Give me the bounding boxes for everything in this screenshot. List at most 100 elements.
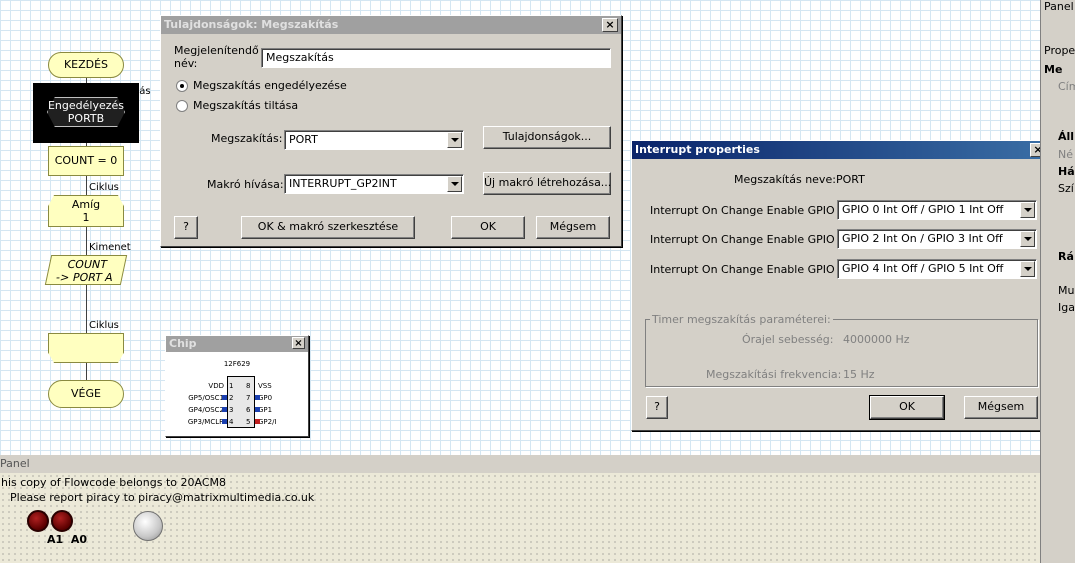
gpio0-select[interactable]: GPIO 0 Int Off / GPIO 1 Int Off — [837, 200, 1037, 220]
chevron-down-icon[interactable] — [447, 132, 462, 148]
interrupt-select[interactable]: PORT — [284, 130, 464, 150]
chip-right-pins: VSS GP0 GP1 GP2/I — [258, 380, 308, 428]
gpio4-select-value: GPIO 4 Int Off / GPIO 5 Int Off — [842, 262, 1004, 275]
right-panel: Panel Proper Me Cím Áll Né Há Szí Rá Mu … — [1040, 0, 1075, 563]
panel-area: Panel his copy of Flowcode belongs to 20… — [0, 455, 1040, 563]
property-item[interactable]: Né — [1058, 148, 1073, 161]
pin-number: 3 — [229, 406, 234, 414]
display-name-input[interactable]: Megszakítás — [261, 48, 611, 68]
properties-header: Proper — [1044, 44, 1075, 57]
chip-window: Chip × 12F629 VDD GP5/OSC1 GP4/OSC2 GP3/… — [165, 335, 309, 437]
pin-number: 6 — [246, 406, 251, 414]
push-button[interactable] — [133, 511, 163, 541]
property-item[interactable]: Iga — [1058, 301, 1075, 314]
frequency-value: 15 Hz — [843, 368, 875, 381]
chevron-down-icon[interactable] — [1020, 202, 1035, 218]
end-terminal[interactable]: VÉGE — [48, 380, 124, 408]
frequency-label: Megszakítási frekvencia: — [706, 368, 842, 381]
dialog-titlebar[interactable]: Interrupt properties × — [632, 141, 1049, 159]
chip-left-pins: VDD GP5/OSC1 GP4/OSC2 GP3/MCLR — [166, 380, 224, 428]
piracy-line2: Please report piracy to piracy@matrixmul… — [10, 491, 315, 504]
macro-select[interactable]: INTERRUPT_GP2INT — [284, 174, 464, 194]
dialog-title: Interrupt properties — [635, 143, 760, 156]
chevron-down-icon[interactable] — [1020, 231, 1035, 247]
output-label: Kimenet — [89, 242, 131, 253]
pin-indicator — [255, 407, 260, 412]
loop-label: Ciklus — [89, 182, 119, 193]
pin-label: GP5/OSC1 — [188, 394, 224, 402]
macro-select-value: INTERRUPT_GP2INT — [289, 177, 397, 190]
pin-number: 1 — [229, 382, 234, 390]
new-macro-button[interactable]: Új makró létrehozása... — [483, 172, 611, 195]
timer-group-title: Timer megszakítás paraméterei: — [650, 313, 833, 326]
cancel-button[interactable]: Mégsem — [964, 396, 1038, 419]
pin-number: 2 — [229, 394, 234, 402]
chevron-down-icon[interactable] — [447, 176, 462, 192]
timer-group — [645, 319, 1038, 387]
cancel-button[interactable]: Mégsem — [536, 216, 610, 239]
piracy-line1: his copy of Flowcode belongs to 20ACM8 — [1, 476, 227, 489]
ok-edit-macro-button[interactable]: OK & makró szerkesztése — [241, 216, 415, 239]
interrupt-name-label: Megszakítás neve: — [734, 173, 836, 186]
ok-button[interactable]: OK — [451, 216, 525, 239]
interrupt-macro-text: Engedélyezés PORTB — [47, 99, 125, 125]
pin-number: 5 — [246, 418, 251, 426]
ok-button[interactable]: OK — [869, 395, 945, 420]
chip-titlebar[interactable]: Chip × — [166, 336, 308, 352]
clock-value: 4000000 Hz — [843, 333, 910, 346]
interrupt-name-value: PORT — [836, 173, 865, 186]
help-button[interactable]: ? — [646, 396, 668, 419]
property-item[interactable]: Há — [1058, 165, 1075, 178]
property-item[interactable]: Szí — [1058, 182, 1074, 195]
macro-label: Makró hívása: — [207, 178, 284, 191]
pin-number: 4 — [229, 418, 234, 426]
chip-title: Chip — [169, 337, 197, 350]
property-item[interactable]: Mu — [1058, 284, 1074, 297]
pin-indicator-active — [255, 419, 260, 424]
pin-label: GP2/I — [258, 418, 277, 426]
led-labels: A1 A0 — [47, 533, 87, 546]
properties-dialog: Tulajdonságok: Megszakítás × Megjeleníte… — [160, 15, 622, 247]
display-name-label: Megjelenítendő név: — [174, 44, 259, 70]
pin-indicator — [222, 419, 227, 424]
led-a1[interactable] — [27, 510, 49, 532]
enable-radio[interactable] — [176, 80, 188, 92]
interrupt-label: Megszakítás — [89, 86, 151, 97]
gpio4-label: Interrupt On Change Enable GPIO 4 — [650, 263, 846, 276]
clock-label: Órajel sebesség: — [742, 333, 834, 346]
pin-label: GP4/OSC2 — [188, 406, 224, 414]
output-box[interactable]: COUNT -> PORT A — [44, 255, 128, 285]
help-button[interactable]: ? — [174, 216, 198, 239]
gpio0-label: Interrupt On Change Enable GPIO 0 — [650, 204, 846, 217]
start-terminal[interactable]: KEZDÉS — [48, 52, 124, 78]
calc-box[interactable]: COUNT = 0 — [48, 146, 124, 176]
loop-end-box[interactable] — [48, 333, 124, 363]
chevron-down-icon[interactable] — [1020, 261, 1035, 277]
gpio2-label: Interrupt On Change Enable GPIO 2 — [650, 233, 846, 246]
disable-radio[interactable] — [176, 100, 188, 112]
gpio2-select[interactable]: GPIO 2 Int On / GPIO 3 Int Off — [837, 229, 1037, 249]
panel-title[interactable]: Panel — [0, 455, 1040, 473]
property-item[interactable]: Rá — [1058, 250, 1074, 263]
pin-indicator — [222, 395, 227, 400]
disable-radio-label[interactable]: Megszakítás tiltása — [193, 99, 298, 112]
led-a0[interactable] — [51, 510, 73, 532]
while-loop[interactable]: Amíg 1 — [48, 195, 124, 227]
interrupt-select-value: PORT — [289, 133, 318, 146]
close-icon[interactable]: × — [292, 337, 305, 349]
loop-end-label: Ciklus — [89, 320, 119, 331]
properties-button[interactable]: Tulajdonságok... — [483, 126, 611, 149]
dialog-titlebar[interactable]: Tulajdonságok: Megszakítás × — [161, 16, 621, 34]
chip-right-nums: 8 7 6 5 — [246, 380, 250, 428]
interrupt-properties-dialog: Interrupt properties × Megszakítás neve:… — [631, 140, 1050, 431]
pin-indicator — [222, 407, 227, 412]
close-icon[interactable]: × — [602, 18, 618, 32]
gpio4-select[interactable]: GPIO 4 Int Off / GPIO 5 Int Off — [837, 259, 1037, 279]
property-item[interactable]: Cím — [1058, 80, 1075, 93]
pin-label: GP1 — [258, 406, 273, 414]
chip-name: 12F629 — [223, 360, 251, 368]
property-item[interactable]: Áll — [1058, 130, 1074, 143]
property-item[interactable]: Me — [1044, 63, 1062, 76]
enable-radio-label[interactable]: Megszakítás engedélyezése — [193, 79, 347, 92]
pin-number: 8 — [246, 382, 251, 390]
